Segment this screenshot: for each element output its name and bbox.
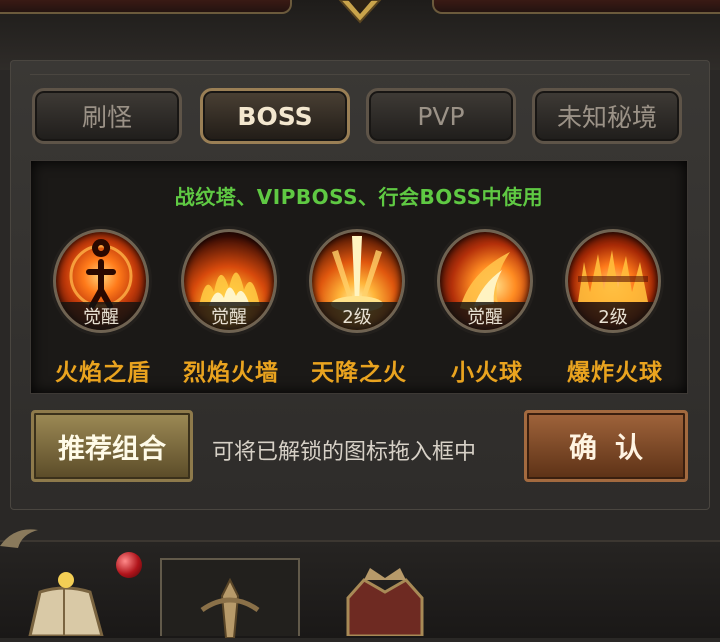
explosive-fireball-icon[interactable]: 2级 — [565, 229, 661, 333]
falling-fire-icon[interactable]: 2级 — [309, 229, 405, 333]
skill-slot[interactable]: 2级 爆炸火球 — [559, 229, 671, 389]
crown-emblem-slot[interactable] — [330, 558, 470, 638]
sword-emblem-icon — [200, 577, 260, 639]
skill-name: 火焰之盾 — [55, 360, 151, 386]
spellbook-icon — [28, 572, 104, 638]
tab-pvp[interactable]: PVP — [366, 88, 516, 144]
crown-emblem-icon — [346, 568, 424, 638]
selected-dock-slot[interactable] — [160, 558, 300, 639]
skill-name: 天降之火 — [311, 360, 407, 386]
skill-slot-area[interactable]: 战纹塔、VIPBOSS、行会BOSS中使用 觉醒 火焰之盾 觉醒 烈焰火墙 2级… — [30, 160, 688, 394]
top-right-plate — [432, 0, 720, 14]
gem-ornament-icon — [338, 0, 382, 24]
skill-tag: 觉醒 — [184, 302, 274, 330]
skill-tag: 2级 — [568, 302, 658, 330]
skill-name: 烈焰火墙 — [183, 360, 279, 386]
recommend-combo-button[interactable]: 推荐组合 — [31, 410, 193, 482]
red-orb-icon — [116, 552, 142, 578]
skill-tag: 觉醒 — [440, 302, 530, 330]
skill-tag: 觉醒 — [56, 302, 146, 330]
tab-boss[interactable]: BOSS — [200, 88, 350, 144]
fireball-icon[interactable]: 觉醒 — [437, 229, 533, 333]
confirm-button[interactable]: 确认 — [524, 410, 688, 482]
top-left-plate — [0, 0, 292, 14]
skill-name: 爆炸火球 — [567, 360, 663, 386]
skill-tag: 2级 — [312, 302, 402, 330]
dragon-ornament-icon — [0, 529, 38, 548]
skill-slot[interactable]: 2级 天降之火 — [303, 229, 415, 389]
drag-hint: 可将已解锁的图标拖入框中 — [212, 440, 477, 465]
skill-slot[interactable]: 觉醒 烈焰火墙 — [175, 229, 287, 389]
skill-slot[interactable]: 觉醒 小火球 — [431, 229, 543, 389]
tab-farming[interactable]: 刷怪 — [32, 88, 182, 144]
flame-wall-icon[interactable]: 觉醒 — [181, 229, 277, 333]
fire-shield-icon[interactable]: 觉醒 — [53, 229, 149, 333]
skill-slot[interactable]: 觉醒 火焰之盾 — [47, 229, 159, 389]
divider — [30, 74, 690, 75]
category-tabs: 刷怪 BOSS PVP 未知秘境 — [32, 88, 688, 146]
usage-hint: 战纹塔、VIPBOSS、行会BOSS中使用 — [174, 185, 544, 209]
tab-unknown-realm[interactable]: 未知秘境 — [532, 88, 682, 144]
skill-name: 小火球 — [451, 360, 523, 386]
